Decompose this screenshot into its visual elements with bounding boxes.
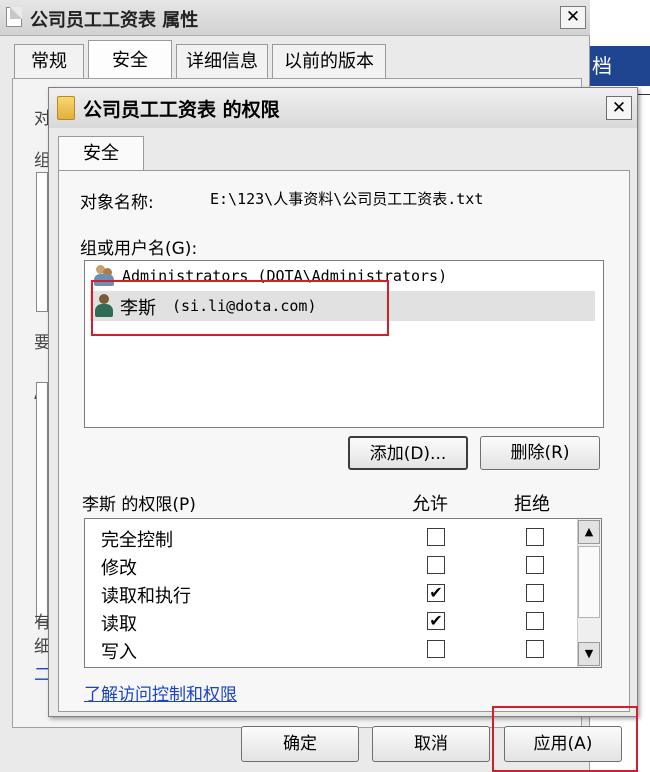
tab-security[interactable]: 安全 bbox=[58, 136, 144, 172]
properties-close-button[interactable]: ✕ bbox=[560, 6, 586, 29]
background-window-title[interactable]: 档 bbox=[590, 46, 650, 86]
tab-details[interactable]: 详细信息 bbox=[176, 44, 268, 78]
permission-name: 完全控制 bbox=[101, 530, 173, 551]
deny-checkbox[interactable] bbox=[526, 528, 544, 546]
allow-checkbox[interactable] bbox=[427, 640, 445, 658]
allow-checkbox[interactable]: ✔ bbox=[427, 584, 445, 602]
allow-checkbox[interactable] bbox=[427, 556, 445, 574]
tab-security-outer[interactable]: 安全 bbox=[88, 40, 172, 80]
learn-access-control-link[interactable]: 了解访问控制和权限 bbox=[84, 680, 237, 705]
add-button[interactable]: 添加(D)... bbox=[348, 436, 468, 470]
group-users-label: 组或用户名(G): bbox=[80, 239, 198, 259]
tab-general[interactable]: 常规 bbox=[14, 44, 84, 78]
allow-checkbox[interactable] bbox=[427, 528, 445, 546]
document-icon bbox=[6, 7, 22, 27]
deny-checkbox[interactable] bbox=[526, 556, 544, 574]
deny-checkbox[interactable] bbox=[526, 640, 544, 658]
deny-header: 拒绝 bbox=[514, 494, 550, 515]
tab-previous-versions[interactable]: 以前的版本 bbox=[272, 44, 386, 78]
allow-checkbox[interactable]: ✔ bbox=[427, 612, 445, 630]
remove-button[interactable]: 删除(R) bbox=[480, 436, 600, 470]
properties-title: 公司员工工资表 属性 bbox=[30, 10, 199, 31]
ok-button[interactable]: 确定 bbox=[241, 726, 359, 762]
deny-checkbox[interactable] bbox=[526, 612, 544, 630]
partial-list-box bbox=[36, 172, 48, 312]
permissions-label: 李斯 的权限(P) bbox=[82, 495, 196, 515]
deny-checkbox[interactable] bbox=[526, 584, 544, 602]
permission-name: 读取 bbox=[101, 614, 137, 635]
permissions-close-button[interactable]: ✕ bbox=[606, 96, 632, 120]
folder-icon bbox=[57, 96, 75, 120]
scroll-up-icon[interactable]: ▲ bbox=[578, 520, 600, 544]
scroll-down-icon[interactable]: ▼ bbox=[578, 642, 600, 666]
cancel-button[interactable]: 取消 bbox=[372, 726, 490, 762]
permission-name: 读取和执行 bbox=[101, 586, 191, 607]
partial-list-box bbox=[36, 382, 48, 622]
permission-name: 修改 bbox=[101, 558, 137, 579]
allow-header: 允许 bbox=[412, 494, 448, 515]
permission-name: 写入 bbox=[101, 642, 137, 663]
permissions-title: 公司员工工资表 的权限 bbox=[83, 99, 280, 121]
highlight-box bbox=[492, 706, 638, 772]
object-name-value: E:\123\人事资料\公司员工工资表.txt bbox=[210, 190, 484, 208]
highlight-box bbox=[91, 280, 389, 336]
object-name-label: 对象名称: bbox=[80, 193, 154, 213]
scroll-thumb[interactable] bbox=[578, 546, 600, 618]
